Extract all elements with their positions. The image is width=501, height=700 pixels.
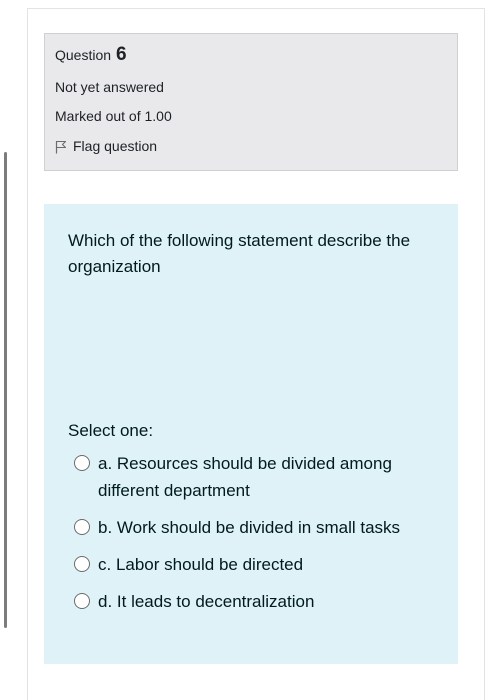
quiz-page: Question 6 Not yet answered Marked out o…: [0, 0, 501, 700]
answer-option-label: c. Labor should be directed: [98, 555, 304, 574]
question-state: Not yet answered: [55, 79, 164, 95]
question-text: Which of the following statement describ…: [68, 231, 411, 276]
scroll-indicator[interactable]: [4, 152, 7, 628]
answer-option-b[interactable]: b. Work should be divided in small tasks: [68, 514, 434, 541]
answer-option-d[interactable]: d. It leads to decentralization: [68, 588, 434, 615]
flag-question-label: Flag question: [73, 138, 158, 154]
answer-option-a[interactable]: a. Resources should be divided among dif…: [68, 450, 434, 504]
question-heading: Question 6: [55, 44, 447, 68]
answer-option-c[interactable]: c. Labor should be directed: [68, 551, 434, 578]
select-one-prompt: Select one:: [68, 421, 154, 440]
answer-option-label: d. It leads to decentralization: [98, 592, 315, 611]
answer-option-label: a. Resources should be divided among dif…: [98, 454, 392, 500]
radio-unchecked-icon[interactable]: [74, 519, 90, 535]
question-grade: Marked out of 1.00: [55, 108, 172, 124]
question-number: 6: [116, 44, 127, 65]
question-info-panel: Question 6 Not yet answered Marked out o…: [44, 33, 458, 171]
answer-option-label: b. Work should be divided in small tasks: [98, 518, 401, 537]
radio-unchecked-icon[interactable]: [74, 455, 90, 471]
radio-unchecked-icon[interactable]: [74, 593, 90, 609]
radio-unchecked-icon[interactable]: [74, 556, 90, 572]
flag-icon: [55, 139, 67, 154]
flag-question-link[interactable]: Flag question: [55, 136, 447, 156]
answer-options: a. Resources should be divided among dif…: [68, 450, 434, 615]
question-label: Question: [55, 47, 112, 63]
question-content: Which of the following statement describ…: [44, 204, 458, 664]
